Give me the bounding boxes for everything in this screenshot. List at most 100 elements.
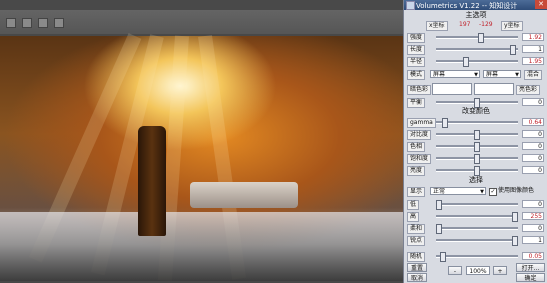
blend-select[interactable]: 屏幕 ▼	[483, 70, 521, 78]
x-coord-value[interactable]: 197	[459, 21, 470, 29]
slider-row-balance: 平衡 0	[404, 97, 547, 108]
slider-row-saturation: 饱和度 0	[404, 153, 547, 164]
slider-thumb[interactable]	[436, 200, 442, 210]
gamma-value[interactable]: 0.64	[522, 118, 544, 126]
soft-slider[interactable]	[436, 224, 518, 234]
display-label: 显示	[407, 187, 426, 197]
slider-row-intensity: 强度 1.92	[404, 32, 547, 43]
slider-label: 亮度	[407, 166, 426, 176]
slider-label: 饱和度	[407, 154, 432, 164]
balance-value[interactable]: 0	[522, 98, 544, 106]
brightness-value[interactable]: 0	[522, 166, 544, 174]
slider-row-low: 低 0	[404, 199, 547, 210]
close-icon[interactable]: ✕	[535, 0, 547, 9]
slider-label: 强度	[407, 33, 426, 43]
ok-button[interactable]: 确定	[516, 273, 545, 282]
mode-select-value: 屏幕	[433, 71, 446, 78]
contrast-slider[interactable]	[436, 130, 518, 140]
blend-select-value: 屏幕	[486, 71, 499, 78]
canvas-area[interactable]	[0, 33, 403, 283]
tool-icon[interactable]	[6, 18, 16, 28]
bright-color-label: 亮色彩	[516, 85, 541, 95]
soft-value[interactable]: 0	[522, 224, 544, 232]
open-button[interactable]: 打开...	[516, 263, 545, 272]
random-label[interactable]: 随机	[407, 252, 426, 262]
intensity-value[interactable]: 1.92	[522, 33, 544, 41]
dark-color-label: 暗色彩	[407, 85, 432, 95]
tool-icon[interactable]	[22, 18, 32, 28]
gamma-slider[interactable]	[436, 118, 518, 128]
app-menu-strip	[0, 0, 403, 10]
slider-thumb[interactable]	[474, 166, 480, 176]
zoom-level[interactable]: 100%	[466, 266, 490, 275]
sharp-value[interactable]: 1	[522, 236, 544, 244]
slider-thumb[interactable]	[474, 142, 480, 152]
reset-button[interactable]: 重置	[407, 263, 427, 272]
dark-color-swatch[interactable]	[432, 83, 472, 95]
slider-thumb[interactable]	[442, 118, 448, 128]
cancel-button[interactable]: 取消	[407, 273, 427, 282]
saturation-value[interactable]: 0	[522, 154, 544, 162]
slider-thumb[interactable]	[440, 252, 446, 262]
low-value[interactable]: 0	[522, 200, 544, 208]
slider-thumb[interactable]	[478, 33, 484, 43]
section-select: 选择	[469, 176, 483, 184]
slider-row-random: 随机 0.05	[404, 251, 547, 262]
y-coord-value[interactable]: -129	[479, 21, 493, 29]
app-toolbar	[0, 0, 403, 35]
random-slider[interactable]	[436, 252, 518, 262]
intensity-slider[interactable]	[436, 33, 518, 43]
section-color: 改变颜色	[462, 107, 490, 115]
slider-label: 半径	[407, 57, 426, 67]
radius-slider[interactable]	[436, 57, 518, 67]
preview-image[interactable]	[0, 33, 403, 281]
slider-row-gamma: gamma 0.64	[404, 117, 547, 128]
slider-row-high: 高 255	[404, 211, 547, 222]
mode-select[interactable]: 屏幕 ▼	[430, 70, 480, 78]
use-image-color-checkbox[interactable]: ✓	[489, 188, 497, 196]
tree-trunk	[138, 126, 166, 236]
slider-label: 低	[407, 200, 420, 210]
tool-icon[interactable]	[54, 18, 64, 28]
saturation-slider[interactable]	[436, 154, 518, 164]
display-select-value: 正常	[433, 188, 446, 195]
slider-thumb[interactable]	[510, 45, 516, 55]
sharp-slider[interactable]	[436, 236, 518, 246]
slider-label: 色相	[407, 142, 426, 152]
app-icon	[406, 1, 415, 10]
high-value[interactable]: 255	[522, 212, 544, 220]
slider-thumb[interactable]	[512, 212, 518, 222]
panel-titlebar[interactable]: Volumetrics V1.22 -- 知知设计 ✕	[404, 0, 547, 10]
high-slider[interactable]	[436, 212, 518, 222]
slider-thumb[interactable]	[463, 57, 469, 67]
zoom-in-button[interactable]: +	[493, 266, 507, 275]
hue-value[interactable]: 0	[522, 142, 544, 150]
slider-label: 锐点	[407, 236, 426, 246]
length-slider[interactable]	[436, 45, 518, 55]
slider-thumb[interactable]	[474, 154, 480, 164]
slider-label: gamma	[407, 118, 436, 128]
contrast-value[interactable]: 0	[522, 130, 544, 138]
slider-thumb[interactable]	[436, 224, 442, 234]
random-value[interactable]: 0.05	[522, 252, 544, 260]
slider-row-radius: 半径 1.95	[404, 56, 547, 67]
zoom-out-button[interactable]: -	[448, 266, 462, 275]
slider-row-soft: 柔和 0	[404, 223, 547, 234]
hue-slider[interactable]	[436, 142, 518, 152]
tool-icon[interactable]	[38, 18, 48, 28]
length-value[interactable]: 1	[522, 45, 544, 53]
display-select[interactable]: 正常 ▼	[430, 187, 486, 195]
mode-label: 模式	[407, 70, 426, 80]
brightness-slider[interactable]	[436, 166, 518, 176]
balance-slider[interactable]	[436, 98, 518, 108]
bright-color-swatch[interactable]	[474, 83, 514, 95]
section-main: 主选项	[465, 11, 487, 19]
radius-value[interactable]: 1.95	[522, 57, 544, 65]
blend-label: 混合	[524, 70, 543, 80]
low-slider[interactable]	[436, 200, 518, 210]
slider-thumb[interactable]	[512, 236, 518, 246]
slider-thumb[interactable]	[474, 130, 480, 140]
slider-row-length: 长度 1	[404, 44, 547, 55]
chevron-down-icon: ▼	[515, 72, 519, 78]
slider-row-hue: 色相 0	[404, 141, 547, 152]
